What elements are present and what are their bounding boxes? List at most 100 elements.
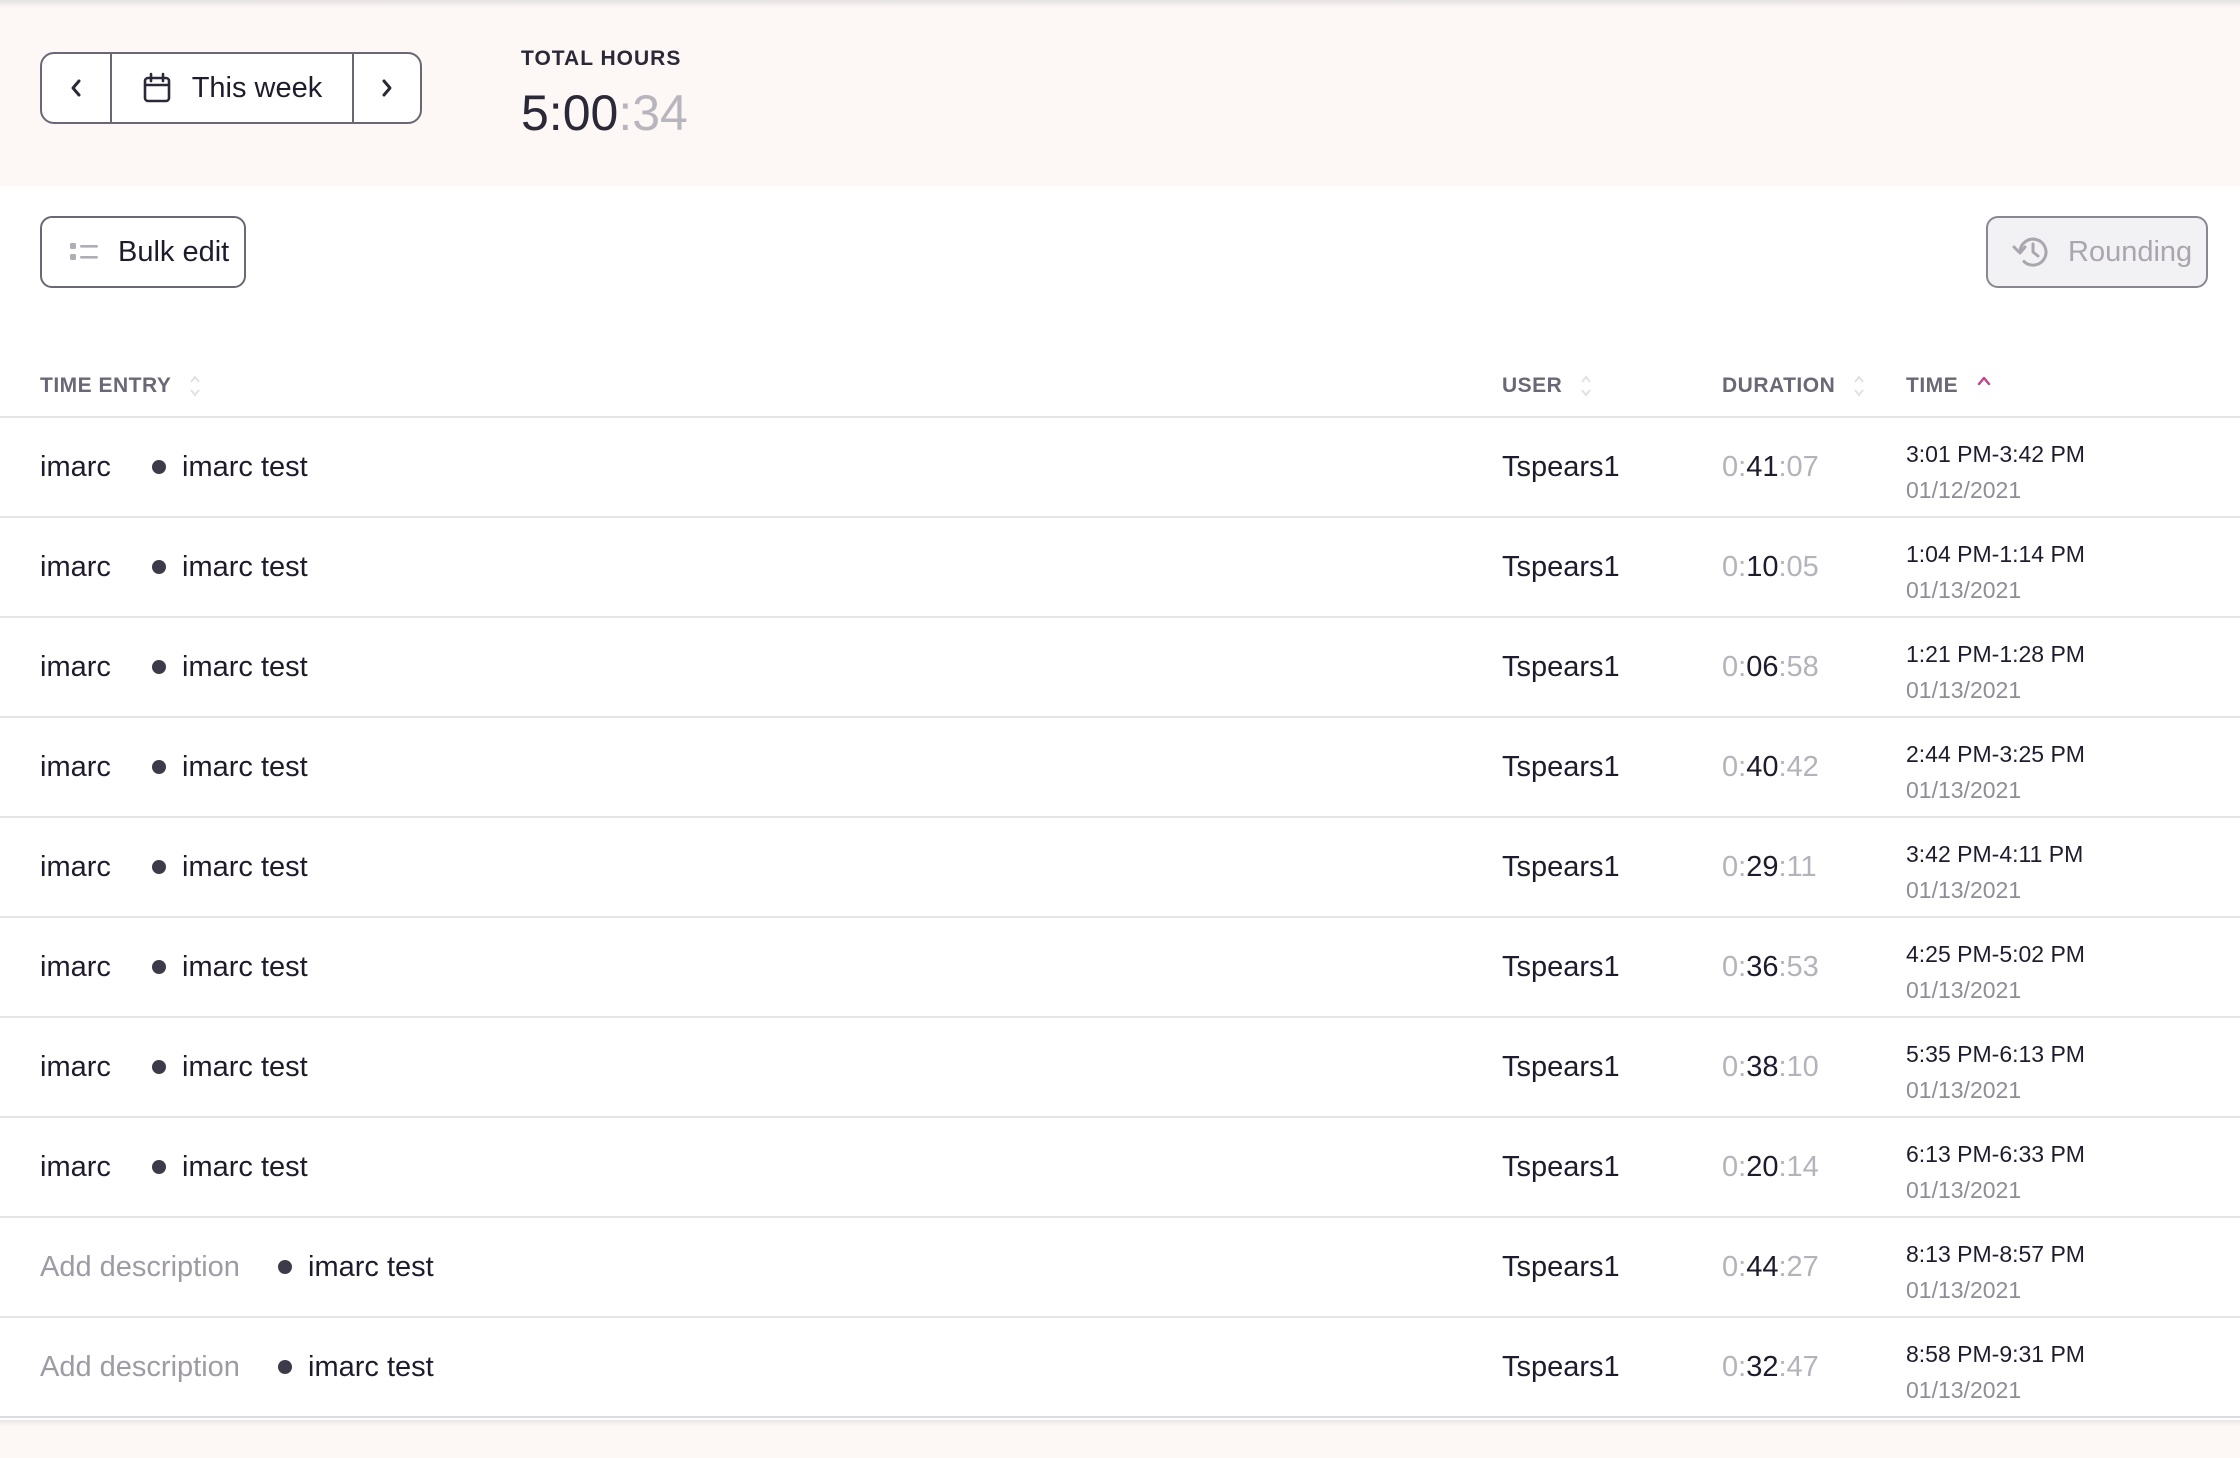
rounding-button[interactable]: Rounding: [1986, 216, 2208, 288]
project-label[interactable]: imarc test: [152, 1118, 308, 1216]
entry-time[interactable]: 1:04 PM-1:14 PM 01/13/2021: [1906, 536, 2085, 608]
entry-duration[interactable]: 0: 38:10: [1722, 1018, 1819, 1116]
list-icon: [70, 243, 98, 260]
project-label[interactable]: imarc test: [152, 718, 308, 816]
bulk-edit-label: Bulk edit: [118, 235, 230, 268]
entry-duration[interactable]: 0: 32:47: [1722, 1318, 1819, 1416]
column-label-duration: DURATION: [1722, 374, 1836, 397]
entry-duration[interactable]: 0: 06:58: [1722, 618, 1819, 716]
duration-minutes: 36: [1746, 950, 1779, 983]
table-row[interactable]: Add description imarc test Tspears1 0: 44…: [0, 1218, 2240, 1318]
table-row[interactable]: imarc imarc test Tspears1 0: 41:07 3:01 P…: [0, 418, 2240, 518]
duration-minutes: 32: [1746, 1350, 1779, 1383]
project-color-dot: [152, 460, 166, 474]
time-entries-panel: Bulk edit Rounding TIME ENTRY USER DURAT…: [0, 186, 2240, 1420]
project-name: imarc test: [182, 1050, 308, 1083]
entry-description[interactable]: imarc: [40, 518, 111, 616]
entry-description[interactable]: imarc: [40, 618, 111, 716]
project-name: imarc test: [308, 1250, 434, 1283]
time-range: 8:58 PM-9:31 PM: [1906, 1341, 2085, 1367]
entry-description[interactable]: imarc: [40, 418, 111, 516]
project-label[interactable]: imarc test: [152, 618, 308, 716]
table-row[interactable]: imarc imarc test Tspears1 0: 38:10 5:35 P…: [0, 1018, 2240, 1118]
column-header-user[interactable]: USER: [1502, 356, 1592, 416]
project-label[interactable]: imarc test: [152, 818, 308, 916]
project-label[interactable]: imarc test: [278, 1218, 434, 1316]
entry-time[interactable]: 1:21 PM-1:28 PM 01/13/2021: [1906, 636, 2085, 708]
entry-duration[interactable]: 0: 10:05: [1722, 518, 1819, 616]
entry-date: 01/13/2021: [1906, 1277, 2022, 1303]
total-hours-seconds: :34: [618, 85, 688, 141]
history-icon: [2012, 237, 2048, 267]
week-navigator: This week: [40, 52, 422, 124]
table-row[interactable]: imarc imarc test Tspears1 0: 06:58 1:21 P…: [0, 618, 2240, 718]
project-color-dot: [152, 560, 166, 574]
entry-duration[interactable]: 0: 44:27: [1722, 1218, 1819, 1316]
table-row[interactable]: imarc imarc test Tspears1 0: 29:11 3:42 P…: [0, 818, 2240, 918]
entry-date: 01/13/2021: [1906, 1177, 2022, 1203]
project-label[interactable]: imarc test: [152, 418, 308, 516]
entry-duration[interactable]: 0: 41:07: [1722, 418, 1819, 516]
entry-description[interactable]: imarc: [40, 1118, 111, 1216]
entry-description[interactable]: imarc: [40, 818, 111, 916]
column-header-time-entry[interactable]: TIME ENTRY: [40, 356, 201, 416]
entry-time[interactable]: 4:25 PM-5:02 PM 01/13/2021: [1906, 936, 2085, 1008]
column-label-time: TIME: [1906, 374, 1959, 397]
project-label[interactable]: imarc test: [152, 518, 308, 616]
entry-time[interactable]: 6:13 PM-6:33 PM 01/13/2021: [1906, 1136, 2085, 1208]
project-label[interactable]: imarc test: [152, 1018, 308, 1116]
entry-user: Tspears1: [1502, 450, 1620, 483]
column-header-duration[interactable]: DURATION: [1722, 356, 1865, 416]
time-range: 4:25 PM-5:02 PM: [1906, 941, 2085, 967]
entry-user: Tspears1: [1502, 550, 1620, 583]
entry-date: 01/13/2021: [1906, 677, 2022, 703]
project-label[interactable]: imarc test: [278, 1318, 434, 1416]
entry-duration[interactable]: 0: 29:11: [1722, 818, 1817, 916]
duration-seconds: :07: [1778, 450, 1819, 483]
add-description-field[interactable]: Add description: [40, 1218, 240, 1316]
add-description-field[interactable]: Add description: [40, 1318, 240, 1416]
table-row[interactable]: Add description imarc test Tspears1 0: 32…: [0, 1318, 2240, 1418]
entry-user: Tspears1: [1502, 1250, 1620, 1283]
time-range: 1:04 PM-1:14 PM: [1906, 541, 2085, 567]
project-color-dot: [152, 1060, 166, 1074]
entry-time[interactable]: 2:44 PM-3:25 PM 01/13/2021: [1906, 736, 2085, 808]
time-range: 3:42 PM-4:11 PM: [1906, 841, 2084, 867]
week-picker[interactable]: This week: [112, 54, 352, 122]
table-row[interactable]: imarc imarc test Tspears1 0: 36:53 4:25 P…: [0, 918, 2240, 1018]
duration-minutes: 10: [1746, 550, 1779, 583]
project-color-dot: [152, 1160, 166, 1174]
duration-hours: 0:: [1722, 1350, 1747, 1383]
previous-week-button[interactable]: [42, 54, 112, 122]
entry-time[interactable]: 3:42 PM-4:11 PM 01/13/2021: [1906, 836, 2083, 908]
entry-duration[interactable]: 0: 20:14: [1722, 1118, 1819, 1216]
column-header-time[interactable]: TIME: [1906, 356, 1992, 416]
chevron-right-icon: [382, 79, 392, 97]
table-row[interactable]: imarc imarc test Tspears1 0: 20:14 6:13 P…: [0, 1118, 2240, 1218]
sort-icon: [1854, 375, 1865, 397]
week-label: This week: [191, 71, 323, 104]
duration-seconds: :10: [1778, 1050, 1819, 1083]
project-label[interactable]: imarc test: [152, 918, 308, 1016]
entry-duration[interactable]: 0: 40:42: [1722, 718, 1819, 816]
calendar-icon: [143, 72, 171, 103]
entry-duration[interactable]: 0: 36:53: [1722, 918, 1819, 1016]
entry-time[interactable]: 3:01 PM-3:42 PM 01/12/2021: [1906, 436, 2085, 508]
time-range: 3:01 PM-3:42 PM: [1906, 441, 2085, 467]
duration-minutes: 44: [1746, 1250, 1779, 1283]
entry-description[interactable]: imarc: [40, 1018, 111, 1116]
duration-hours: 0:: [1722, 1250, 1747, 1283]
entry-time[interactable]: 8:58 PM-9:31 PM 01/13/2021: [1906, 1336, 2085, 1408]
entry-time[interactable]: 5:35 PM-6:13 PM 01/13/2021: [1906, 1036, 2085, 1108]
next-week-button[interactable]: [352, 54, 420, 122]
duration-seconds: :47: [1778, 1350, 1819, 1383]
table-row[interactable]: imarc imarc test Tspears1 0: 10:05 1:04 P…: [0, 518, 2240, 618]
entry-description[interactable]: imarc: [40, 918, 111, 1016]
bulk-edit-button[interactable]: Bulk edit: [40, 216, 246, 288]
duration-hours: 0:: [1722, 1050, 1747, 1083]
table-row[interactable]: imarc imarc test Tspears1 0: 40:42 2:44 P…: [0, 718, 2240, 818]
entry-time[interactable]: 8:13 PM-8:57 PM 01/13/2021: [1906, 1236, 2085, 1308]
entry-description[interactable]: imarc: [40, 718, 111, 816]
duration-seconds: :27: [1778, 1250, 1819, 1283]
column-label-user: USER: [1502, 374, 1563, 397]
